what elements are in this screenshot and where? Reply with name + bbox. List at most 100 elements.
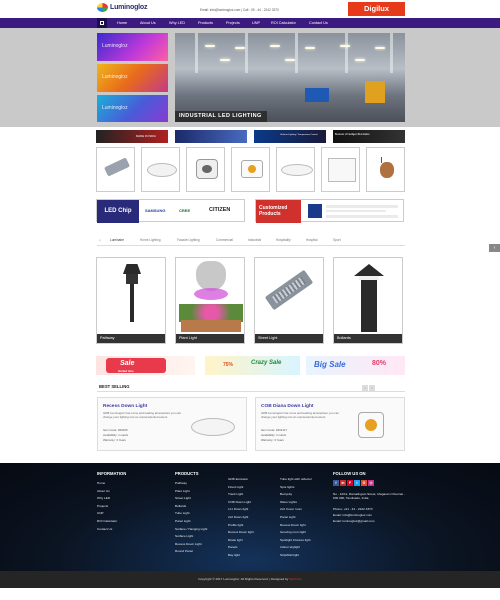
footer-product-link[interactable]: Bollards xyxy=(175,504,186,508)
promo-4[interactable]: Business of Intelligent Illumination xyxy=(333,130,405,143)
side-banner-2[interactable]: Luminogloz xyxy=(97,64,168,92)
product-card-pathway[interactable]: Pathway xyxy=(96,257,166,344)
footer-info-link[interactable]: Contact Us xyxy=(97,527,112,531)
product-thumb[interactable] xyxy=(321,147,360,192)
footer-product-link[interactable]: Bay light xyxy=(228,553,240,557)
product-card-bollards[interactable]: Bollards xyxy=(333,257,403,344)
tab-commercial[interactable]: Commercial xyxy=(216,238,233,242)
best-selling-card[interactable]: COB Diana Down Light GDB Luminogloz has … xyxy=(255,397,405,451)
tab-luminaire[interactable]: Luminaire xyxy=(110,238,124,242)
nav-item-why-led[interactable]: Why LED xyxy=(169,18,185,28)
linkedin-icon[interactable]: in xyxy=(340,480,346,486)
nav-item-roi[interactable]: ROI Calculator xyxy=(271,18,296,28)
best-selling-card[interactable]: Recess Down Light GDB Luminogloz has com… xyxy=(97,397,247,451)
footer-product-link[interactable]: Surface / Hanging Light xyxy=(175,527,207,531)
footer-email-2[interactable]: Email: luminogloz@gmail.com xyxy=(333,519,374,523)
next-arrow-icon[interactable]: › xyxy=(369,385,375,391)
footer-product-link[interactable]: Track Light xyxy=(228,492,243,496)
product-card-street-light[interactable]: Street Light xyxy=(254,257,324,344)
footer-product-link[interactable]: Plant Light xyxy=(175,489,190,493)
footer-product-link[interactable]: Spot lights xyxy=(280,485,294,489)
home-icon[interactable] xyxy=(97,18,107,28)
nav-item-products[interactable]: Products xyxy=(198,18,213,28)
footer-product-link[interactable]: Panel Light xyxy=(175,519,190,523)
footer-product-link[interactable]: 2x2 Down light xyxy=(228,515,248,519)
side-banner-3[interactable]: Luminogloz xyxy=(97,95,168,122)
tab-home-lighting[interactable]: Home Lighting xyxy=(140,238,161,242)
promo-made-in-india[interactable]: MADE IN INDIA xyxy=(96,130,168,143)
nav-item-about[interactable]: About Us xyxy=(140,18,156,28)
designer-link[interactable]: Tech Fox xyxy=(289,577,302,581)
side-scroll-tab[interactable]: ‹ xyxy=(489,244,500,252)
footer-product-link[interactable]: Surface Light xyxy=(175,534,193,538)
nav-item-contact[interactable]: Contact Us xyxy=(309,18,328,28)
tab-sport[interactable]: Sport xyxy=(333,238,341,242)
footer-product-link[interactable]: Growing room light xyxy=(280,530,306,534)
footer-product-link[interactable]: Indoor skylight xyxy=(280,545,300,549)
footer-info-link[interactable]: Projects xyxy=(97,504,108,508)
tab-industrial[interactable]: Industrial xyxy=(248,238,261,242)
logo-icon[interactable] xyxy=(97,3,108,12)
product-thumb[interactable] xyxy=(366,147,405,192)
footer-product-link[interactable]: GDB Emission xyxy=(228,477,248,481)
twitter-icon[interactable]: t xyxy=(354,480,360,486)
product-thumb[interactable] xyxy=(96,147,135,192)
promo-3[interactable]: Uniform Lighting / Temperature Control xyxy=(254,130,326,143)
footer-product-link[interactable]: Street Light xyxy=(175,496,191,500)
best-card-image[interactable] xyxy=(188,406,238,446)
footer-info-link[interactable]: About Us xyxy=(97,489,110,493)
footer-product-link[interactable]: Flood Light xyxy=(228,485,243,489)
footer-product-link[interactable]: Tube Light xyxy=(175,511,190,515)
footer-info-link[interactable]: Why LED xyxy=(97,496,110,500)
product-thumb[interactable] xyxy=(186,147,225,192)
footer-product-link[interactable]: Wave Lights xyxy=(280,500,297,504)
pinterest-icon[interactable]: P xyxy=(347,480,353,486)
footer-product-link[interactable]: Tube light with reflector xyxy=(280,477,312,481)
side-banner-1[interactable]: Luminogloz xyxy=(97,33,168,61)
product-card-plant-light[interactable]: Plant Light xyxy=(175,257,245,344)
best-card-image[interactable] xyxy=(346,406,396,446)
sale-banner-1[interactable]: Sale limited time xyxy=(96,356,195,375)
sale-banner-3[interactable]: Big Sale 80% xyxy=(306,356,405,375)
tab-hospitality[interactable]: Hospitality xyxy=(276,238,291,242)
footer-product-link[interactable]: Profile light xyxy=(228,523,243,527)
footer-product-link[interactable]: Recess Down light xyxy=(228,530,254,534)
footer-product-link[interactable]: 1x1 Down light xyxy=(228,507,248,511)
nav-item-unp[interactable]: UNP xyxy=(252,18,260,28)
footer-info-link[interactable]: ROI Calculator xyxy=(97,519,117,523)
footer-product-link[interactable]: COB Down Light xyxy=(228,500,251,504)
product-thumb[interactable] xyxy=(141,147,180,192)
led-chip-banner[interactable]: LED Chip SAMSUNG CREE CITIZEN xyxy=(96,199,245,223)
footer-info-link[interactable]: Home xyxy=(97,481,105,485)
footer-email-1[interactable]: Email: info@luminogloz.com xyxy=(333,513,372,517)
footer-product-link[interactable]: 2x2 Cover room xyxy=(280,507,302,511)
tabs-home-icon[interactable]: ⌂ xyxy=(99,238,101,242)
nav-item-projects[interactable]: Projects xyxy=(226,18,240,28)
tab-hospital[interactable]: Hospital xyxy=(306,238,318,242)
logo-text[interactable]: Luminogloz xyxy=(110,4,147,11)
footer-info-link[interactable]: UNP xyxy=(97,511,104,515)
footer-product-link[interactable]: Recess Down Light xyxy=(175,542,202,546)
promo-2[interactable] xyxy=(175,130,247,143)
product-thumb[interactable] xyxy=(231,147,270,192)
best-card-title[interactable]: Recess Down Light xyxy=(103,404,147,409)
best-card-title[interactable]: COB Diana Down Light xyxy=(261,404,314,409)
footer-product-link[interactable]: Recess Down light xyxy=(280,523,306,527)
product-thumb[interactable] xyxy=(276,147,315,192)
footer-product-link[interactable]: Spotlight Fixtures light xyxy=(280,538,310,542)
prev-arrow-icon[interactable]: ‹ xyxy=(362,385,368,391)
digilux-banner[interactable]: Digilux xyxy=(348,2,405,16)
footer-product-link[interactable]: Panel Light xyxy=(280,515,295,519)
instagram-icon[interactable]: @ xyxy=(368,480,374,486)
facebook-icon[interactable]: f xyxy=(333,480,339,486)
customized-products-banner[interactable]: Customized Products xyxy=(255,199,404,223)
nav-item-home[interactable]: Home xyxy=(117,18,127,28)
sale-banner-2[interactable]: 75% Crazy Sale xyxy=(205,356,300,375)
google-plus-icon[interactable]: G xyxy=(361,480,367,486)
footer-product-link[interactable]: Pathway xyxy=(175,481,187,485)
tab-facade-lighting[interactable]: Facade Lighting xyxy=(177,238,200,242)
footer-product-link[interactable]: Round Panel xyxy=(175,549,193,553)
footer-product-link[interactable]: Bed jetty xyxy=(280,492,292,496)
footer-product-link[interactable]: Diode light xyxy=(228,538,243,542)
footer-product-link[interactable]: Strip/Rail light xyxy=(280,553,299,557)
